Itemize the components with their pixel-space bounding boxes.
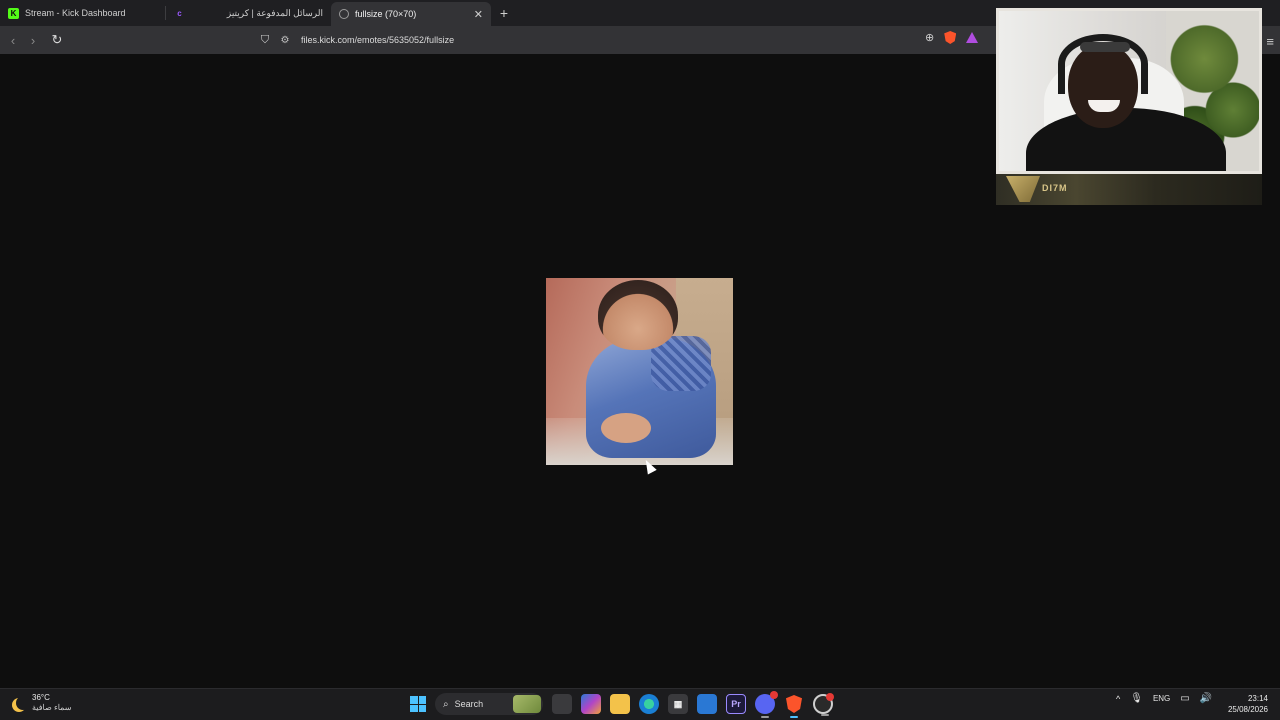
tab-label: Stream - Kick Dashboard	[25, 8, 126, 18]
brave-shields-icon[interactable]	[944, 31, 957, 44]
edge-icon[interactable]	[639, 694, 659, 714]
microphone-icon[interactable]: 🎙	[1130, 693, 1143, 704]
network-icon[interactable]: ▭	[1180, 693, 1189, 704]
hamburger-menu-icon[interactable]: ≡	[1266, 34, 1274, 49]
store-icon[interactable]: ▦	[668, 694, 688, 714]
search-label: Search	[454, 699, 484, 709]
url-text[interactable]: files.kick.com/emotes/5635052/fullsize	[301, 35, 454, 45]
browser-window: K Stream - Kick Dashboard c الرسائل المد…	[0, 0, 1280, 688]
taskbar-apps: ⌕ Search ▦ Pr	[410, 691, 834, 718]
clock-date: 25/08/2026	[1227, 705, 1268, 714]
discord-icon[interactable]	[755, 691, 778, 718]
address-bar[interactable]: ⛉ ⚙ files.kick.com/emotes/5635052/fullsi…	[255, 29, 995, 51]
windows-taskbar: 36°C سماء صافية ⌕ Search ▦ Pr ^ 🎙 ENG ▭ …	[0, 688, 1280, 720]
site-settings-icon[interactable]: ⚙	[275, 35, 295, 46]
back-arrow-icon[interactable]: ‹	[3, 33, 23, 48]
mail-icon[interactable]	[697, 694, 717, 714]
toolbar-right-actions: ⊕	[925, 31, 979, 44]
close-tab-icon[interactable]: ✕	[474, 8, 483, 21]
weather-text: 36°C سماء صافية	[32, 693, 72, 713]
new-tab-button[interactable]: +	[491, 5, 517, 21]
moon-icon	[16, 696, 30, 710]
recording-badge	[826, 693, 834, 701]
creators-favicon-icon: c	[177, 8, 182, 18]
volume-icon[interactable]: 🔊	[1200, 693, 1212, 704]
tab-label: الرسائل المدفوعة | كريتيز	[226, 7, 323, 18]
system-clock[interactable]: 23:14 25/08/2026	[1224, 693, 1268, 715]
weather-temperature: 36°C	[32, 693, 50, 702]
zoom-icon[interactable]: ⊕	[925, 31, 934, 44]
webcam-frame	[996, 8, 1262, 174]
brave-taskbar-icon[interactable]	[784, 694, 804, 718]
search-icon: ⌕	[443, 698, 449, 710]
brave-rewards-icon[interactable]	[966, 32, 979, 43]
tab-kick-dashboard[interactable]: K Stream - Kick Dashboard	[0, 0, 165, 26]
tab-fullsize-active[interactable]: fullsize (70×70) ✕	[331, 2, 491, 26]
brave-icon	[786, 695, 802, 713]
file-explorer-icon[interactable]	[610, 694, 630, 714]
bookmark-icon[interactable]: ⛉	[255, 34, 275, 47]
emote-image	[546, 278, 733, 465]
running-indicator	[790, 716, 798, 718]
running-indicator	[821, 714, 829, 716]
clock-time: 23:14	[1247, 694, 1268, 703]
search-highlight-icon	[513, 695, 541, 713]
task-view-icon[interactable]	[552, 694, 572, 714]
forward-arrow-icon[interactable]: ›	[23, 33, 43, 48]
system-tray: ^ 🎙 ENG ▭ 🔊	[1116, 693, 1212, 704]
image-child-head	[598, 280, 678, 350]
language-indicator[interactable]: ENG	[1153, 694, 1170, 703]
notification-badge	[770, 691, 778, 699]
taskbar-search[interactable]: ⌕ Search	[435, 693, 543, 715]
webcam-overlay: DI7M	[996, 8, 1262, 205]
obs-icon[interactable]	[813, 693, 834, 716]
premiere-pro-icon[interactable]: Pr	[726, 694, 746, 714]
reload-icon[interactable]: ↻	[47, 32, 67, 48]
running-indicator	[761, 716, 769, 718]
streamer-tag: DI7M	[1042, 183, 1068, 193]
microsoft-365-icon[interactable]	[581, 694, 601, 714]
weather-widget[interactable]: 36°C سماء صافية	[12, 693, 72, 713]
tab-paid-messages[interactable]: c الرسائل المدفوعة | كريتيز	[166, 0, 331, 26]
globe-favicon-icon	[339, 9, 349, 19]
tab-label: fullsize (70×70)	[355, 9, 417, 19]
kick-favicon-icon: K	[8, 7, 19, 19]
weather-condition: سماء صافية	[32, 703, 72, 712]
image-child-hands	[601, 413, 651, 443]
windows-start-icon[interactable]	[410, 696, 426, 712]
chevron-up-icon[interactable]: ^	[1116, 694, 1120, 704]
